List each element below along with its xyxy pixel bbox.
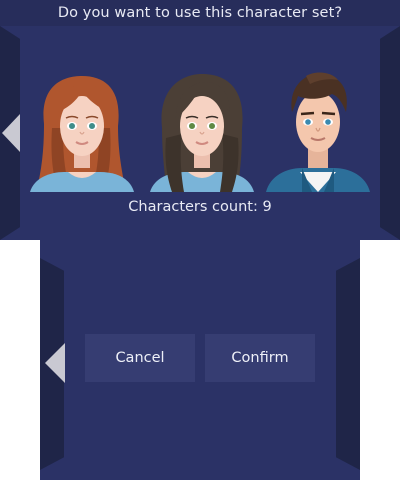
character-portrait-brown-haired-man[interactable] xyxy=(266,68,370,192)
left-arrow-icon[interactable] xyxy=(2,114,20,152)
top-screen: Do you want to use this character set? C… xyxy=(0,0,400,240)
characters-count: Characters count: 9 xyxy=(128,199,272,215)
character-portrait-brown-haired-woman[interactable] xyxy=(150,68,254,192)
bottom-screen: Cancel Confirm xyxy=(40,240,360,480)
right-side-panel-bottom xyxy=(336,258,360,470)
left-arrow-icon[interactable] xyxy=(45,343,65,383)
dialog-title: Do you want to use this character set? xyxy=(0,0,400,26)
character-set-preview xyxy=(30,68,374,192)
confirm-button[interactable]: Confirm xyxy=(205,334,315,382)
cancel-button[interactable]: Cancel xyxy=(85,334,195,382)
character-portrait-red-haired-woman[interactable] xyxy=(30,68,134,192)
